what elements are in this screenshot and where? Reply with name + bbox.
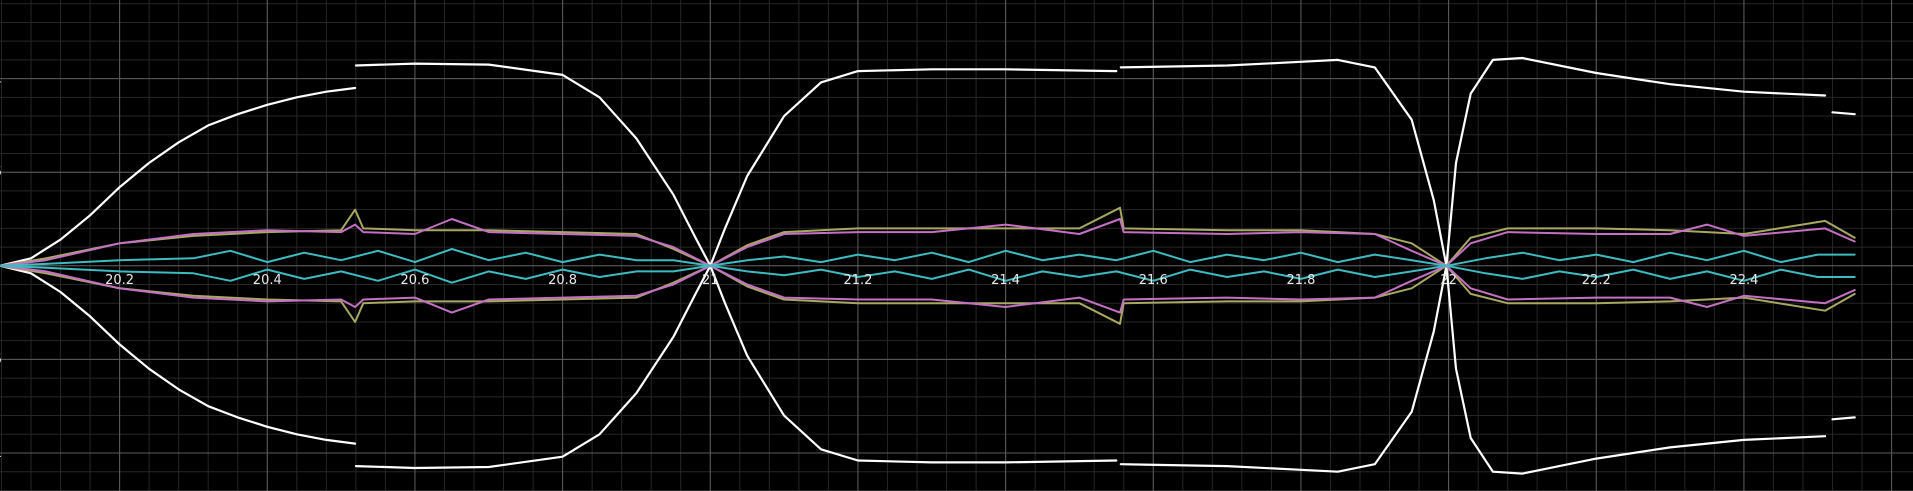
y-tick-label: 1 xyxy=(0,72,2,87)
x-tick-label: 22 xyxy=(1440,273,1457,288)
y-tick-label: -1 xyxy=(0,446,2,461)
x-tick-label: 21 xyxy=(702,273,719,288)
x-tick-label: 21.6 xyxy=(1139,273,1168,288)
x-tick-label: 20.6 xyxy=(400,273,429,288)
y-tick-label: 0.5 xyxy=(0,165,2,180)
x-tick-label: 21.8 xyxy=(1286,273,1315,288)
x-tick-label: 21.2 xyxy=(843,273,872,288)
x-tick-label: 20.4 xyxy=(253,273,282,288)
y-tick-label: -0.5 xyxy=(0,352,2,367)
chart-canvas: 20.2 20.4 20.6 20.8 21 21.2 21.4 21.6 21.8 22 22.2… xyxy=(0,0,1913,491)
x-tick-label: 20.2 xyxy=(105,273,134,288)
x-tick-label: 22.2 xyxy=(1582,273,1611,288)
x-tick-label: 22.4 xyxy=(1729,273,1758,288)
plot-area[interactable]: 20.2 20.4 20.6 20.8 21 21.2 21.4 21.6 21.8 22 22.2… xyxy=(0,0,1913,491)
x-tick-label: 20.8 xyxy=(548,273,577,288)
x-tick-label: 21.4 xyxy=(991,273,1020,288)
